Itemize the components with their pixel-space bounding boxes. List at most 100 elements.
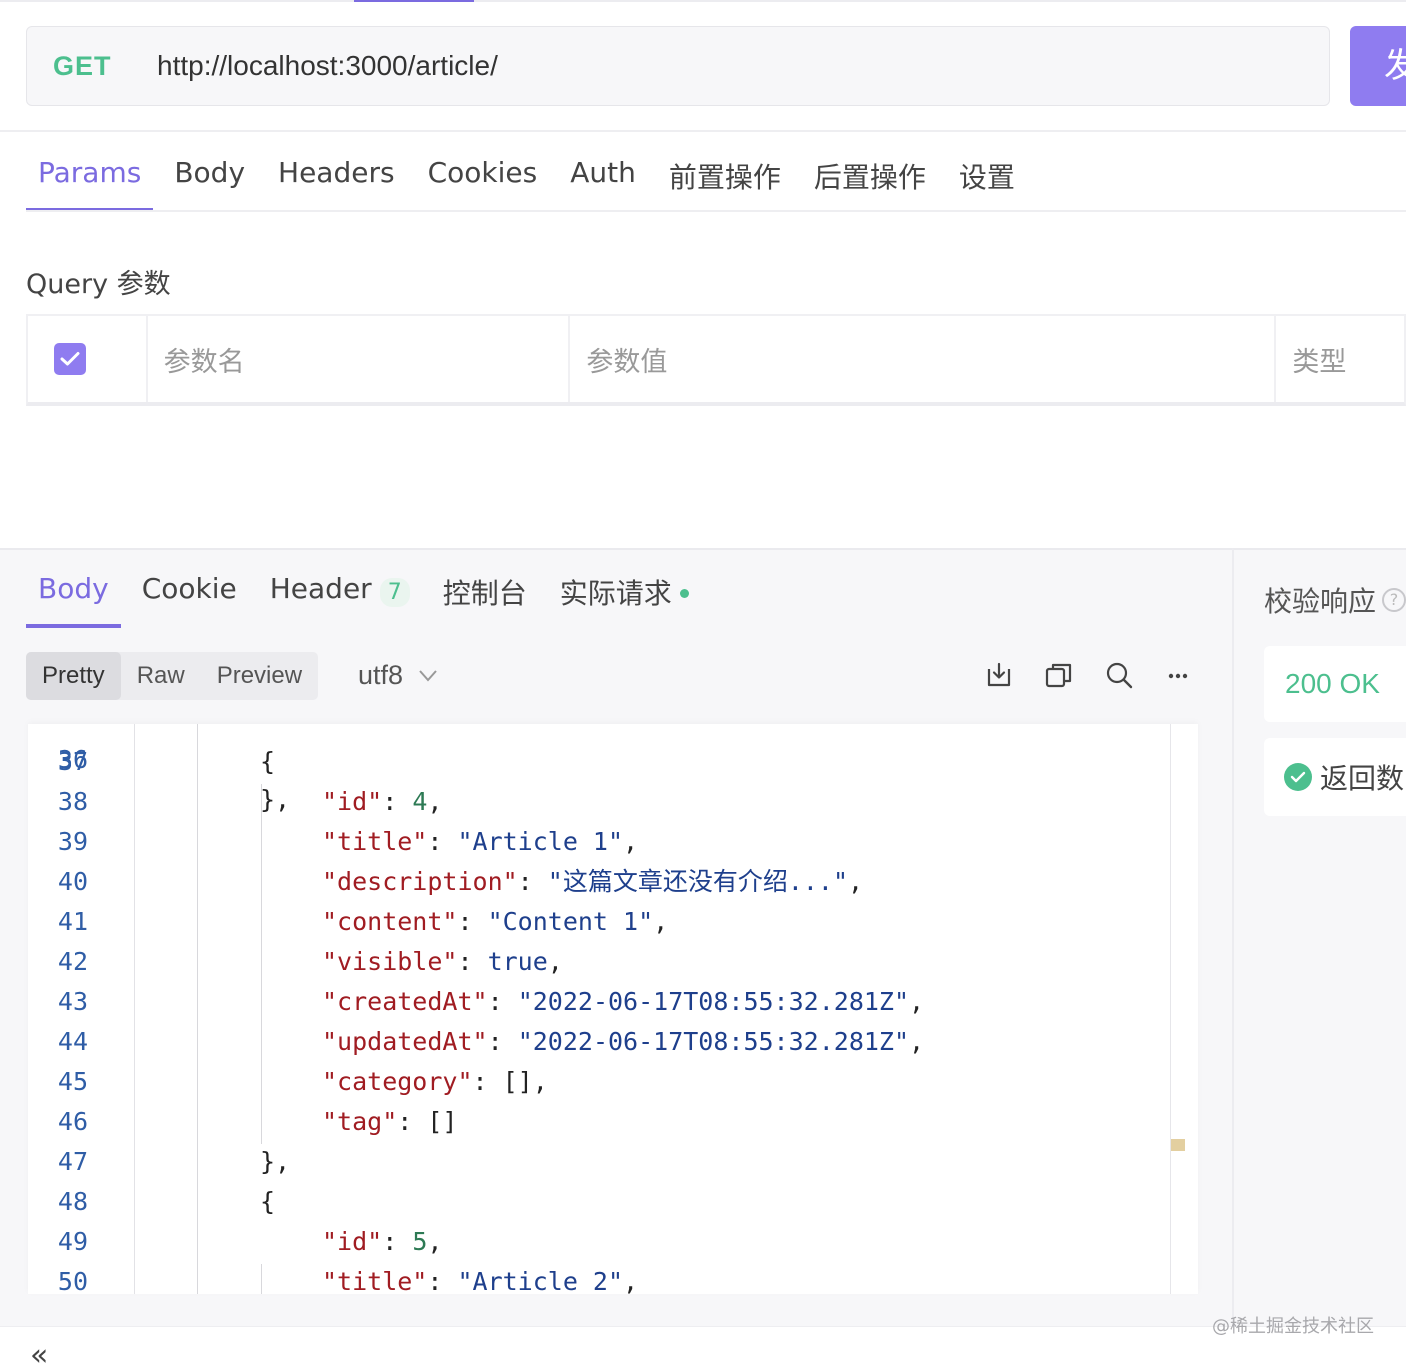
validate-response-title: 校验响应 ? (1264, 580, 1406, 620)
chevron-down-icon (419, 669, 437, 682)
line-number: 45 (57, 1067, 88, 1096)
line-code: "tag": [] (322, 1102, 457, 1142)
code-token: : (487, 987, 518, 1016)
tab-headers[interactable]: Headers (266, 146, 407, 210)
code-line: 43 "createdAt": "2022-06-17T08:55:32.281Z… (28, 982, 1168, 1022)
line-code: "title": "Article 1", (322, 822, 638, 862)
format-preview-button[interactable]: Preview (201, 652, 318, 700)
tab-body[interactable]: Body (162, 146, 257, 210)
method-select[interactable]: GET (27, 51, 157, 82)
divider (0, 130, 1406, 132)
select-all-cell (28, 316, 148, 402)
code-line: 37 { (28, 742, 1168, 782)
tab-console[interactable]: 控制台 (431, 566, 539, 628)
top-accent-bar (0, 0, 1406, 2)
code-token: true (487, 947, 548, 976)
code-token: "Article 2" (457, 1267, 624, 1294)
tab-response-body[interactable]: Body (26, 566, 121, 628)
code-token: : [], (472, 1067, 548, 1096)
encoding-select[interactable]: utf8 (358, 660, 437, 691)
line-number: 44 (57, 1027, 88, 1056)
tab-post-operations[interactable]: 后置操作 (802, 146, 938, 210)
code-token: : (427, 827, 458, 856)
search-icon[interactable] (1104, 660, 1134, 690)
line-number: 46 (57, 1107, 88, 1136)
top-accent-active (354, 0, 474, 2)
code-token: "title" (322, 827, 428, 856)
code-token: , (427, 1227, 443, 1256)
watermark: @稀土掘金技术社区 (1212, 1316, 1374, 1337)
code-line: 47}, (28, 1142, 1168, 1182)
code-token: "updatedAt" (322, 1027, 488, 1056)
code-token: "visible" (322, 947, 458, 976)
response-code-view[interactable]: 36 }, 37 {38 "id": 4, 39 "title": "Article 1… (28, 724, 1198, 1294)
code-token: }, (260, 1147, 291, 1176)
url-input[interactable]: http://localhost:3000/article/ (157, 50, 498, 82)
more-icon[interactable] (1164, 660, 1194, 690)
tabs-divider (26, 210, 1406, 212)
select-all-checkbox[interactable] (54, 343, 86, 375)
format-toggle-group: Pretty Raw Preview (26, 652, 319, 700)
tab-response-header[interactable]: Header 7 (258, 566, 422, 628)
format-pretty-button[interactable]: Pretty (26, 652, 121, 700)
code-token: "Content 1" (487, 907, 654, 936)
line-code: "description": "这篇文章还没有介绍...", (322, 862, 863, 902)
code-line: 39 "title": "Article 1", (28, 822, 1168, 862)
tab-settings[interactable]: 设置 (947, 146, 1027, 210)
tab-actual-request[interactable]: 实际请求 (548, 566, 701, 628)
request-tabs: Params Body Headers Cookies Auth 前置操作 后置… (26, 146, 1036, 212)
code-line: 44 "updatedAt": "2022-06-17T08:55:32.281Z… (28, 1022, 1168, 1062)
code-line: 48 { (28, 1182, 1168, 1222)
code-token: : [] (397, 1107, 458, 1136)
code-token: : (427, 1267, 458, 1294)
tab-auth[interactable]: Auth (558, 146, 648, 210)
copy-icon[interactable] (1044, 660, 1074, 690)
tab-cookies[interactable]: Cookies (416, 146, 550, 210)
code-token: 4 (412, 787, 428, 816)
code-line-partial: 36 }, (28, 724, 1168, 814)
tab-params[interactable]: Params (26, 146, 154, 212)
line-number: 47 (57, 1147, 88, 1176)
response-tabs: Body Cookie Header 7 控制台 实际请求 (26, 566, 710, 628)
code-token: 5 (412, 1227, 428, 1256)
tab-response-cookie[interactable]: Cookie (130, 566, 249, 628)
line-number: 48 (57, 1187, 88, 1216)
code-line: 42 "visible": true, (28, 942, 1168, 982)
code-token: "2022-06-17T08:55:32.281Z" (517, 987, 910, 1016)
code-token: , (653, 907, 669, 936)
help-icon[interactable]: ? (1382, 588, 1406, 612)
code-token: : (457, 907, 488, 936)
bottom-bar (0, 1326, 1406, 1368)
url-bar[interactable]: GET http://localhost:3000/article/ (26, 26, 1330, 106)
download-icon[interactable] (984, 660, 1014, 690)
code-token: , (848, 867, 864, 896)
validation-check-item[interactable]: 返回数 (1264, 738, 1406, 816)
code-token: : (517, 867, 548, 896)
line-number: 49 (57, 1227, 88, 1256)
scrollbar-track[interactable] (1170, 724, 1171, 1294)
line-code: "content": "Content 1", (322, 902, 668, 942)
line-number: 37 (57, 747, 88, 776)
line-code: "visible": true, (322, 942, 563, 982)
line-number: 43 (57, 987, 88, 1016)
code-line: 38 "id": 4, (28, 782, 1168, 822)
code-token: "title" (322, 1267, 428, 1294)
param-name-header: 参数名 (148, 316, 571, 402)
line-code: "title": "Article 2", (322, 1262, 638, 1294)
code-token: : (457, 947, 488, 976)
line-number: 40 (57, 867, 88, 896)
status-dot (679, 589, 689, 598)
line-code: "id": 5, (322, 1222, 442, 1262)
tab-response-header-label: Header (269, 572, 372, 605)
collapse-icon[interactable]: « (30, 1341, 48, 1368)
code-token: , (909, 987, 925, 1016)
format-raw-button[interactable]: Raw (121, 652, 201, 700)
send-button[interactable]: 发 (1350, 26, 1406, 106)
code-token: "这篇文章还没有介绍..." (547, 867, 849, 896)
code-token: , (427, 787, 443, 816)
line-number: 50 (57, 1267, 88, 1294)
tab-pre-operations[interactable]: 前置操作 (657, 146, 793, 210)
code-token: "category" (322, 1067, 473, 1096)
code-token: , (623, 1267, 639, 1294)
code-line: 40 "description": "这篇文章还没有介绍...", (28, 862, 1168, 902)
